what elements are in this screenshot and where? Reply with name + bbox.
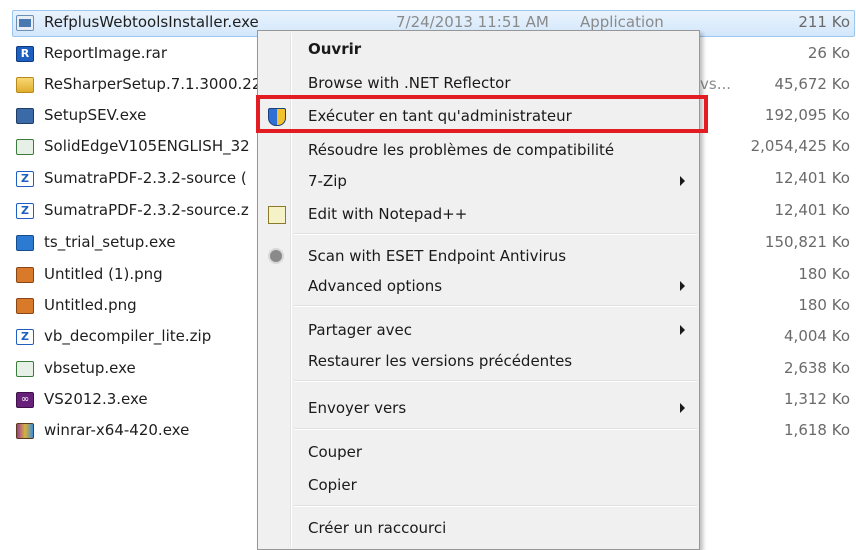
file-size: 45,672 Ko — [774, 75, 850, 93]
png-icon — [16, 298, 34, 314]
file-name: SumatraPDF-2.3.2-source ( — [44, 169, 247, 187]
exe-icon — [16, 15, 34, 31]
submenu-arrow-icon — [680, 325, 685, 335]
folder-icon — [16, 77, 34, 93]
setup-icon — [16, 361, 34, 377]
file-size: 180 Ko — [798, 265, 850, 283]
file-size: 1,312 Ko — [784, 390, 850, 408]
file-name: ReSharperSetup.7.1.3000.22 — [44, 75, 262, 93]
menu-item-label: Browse with .NET Reflector — [308, 74, 511, 92]
zip-icon: Z — [16, 171, 34, 187]
file-name: vbsetup.exe — [44, 359, 136, 377]
menu-item-cut[interactable]: Couper — [258, 438, 699, 466]
menu-separator — [294, 380, 697, 382]
menu-item-label: Edit with Notepad++ — [308, 205, 468, 223]
file-size: 12,401 Ko — [774, 201, 850, 219]
file-size: 192,095 Ko — [764, 106, 850, 124]
file-name: SumatraPDF-2.3.2-source.z — [44, 201, 249, 219]
menu-item-label: Partager avec — [308, 321, 413, 339]
menu-item-label: Copier — [308, 476, 357, 494]
menu-item-send-to[interactable]: Envoyer vers — [258, 394, 699, 422]
file-size: 180 Ko — [798, 296, 850, 314]
menu-item-7zip[interactable]: 7-Zip — [258, 167, 699, 195]
zip-icon: Z — [16, 203, 34, 219]
visual-studio-icon: ∞ — [16, 392, 34, 408]
file-size: 4,004 Ko — [784, 327, 850, 345]
file-type: Application — [580, 13, 664, 31]
file-name: SetupSEV.exe — [44, 106, 147, 124]
file-name: ts_trial_setup.exe — [44, 233, 176, 251]
menu-item-label: Couper — [308, 443, 363, 461]
file-size: 26 Ko — [807, 44, 850, 62]
menu-item-label: Envoyer vers — [308, 399, 407, 417]
submenu-arrow-icon — [680, 281, 685, 291]
menu-separator — [294, 233, 697, 235]
file-name: SolidEdgeV105ENGLISH_32 — [44, 137, 250, 155]
menu-separator — [294, 428, 697, 430]
sev-icon — [16, 108, 34, 124]
menu-item-label: Restaurer les versions précédentes — [308, 352, 573, 370]
notepad-icon — [268, 206, 286, 224]
ts-icon — [16, 235, 34, 251]
file-size: 150,821 Ko — [764, 233, 850, 251]
run-as-admin-highlight-box — [256, 95, 708, 133]
file-name: Untitled (1).png — [44, 265, 163, 283]
submenu-arrow-icon — [680, 176, 685, 186]
menu-item-label: Résoudre les problèmes de compatibilité — [308, 141, 615, 159]
menu-item-edit-notepadpp[interactable]: Edit with Notepad++ — [258, 200, 699, 228]
menu-item-advanced-options[interactable]: Advanced options — [258, 272, 699, 300]
file-date: 7/24/2013 11:51 AM — [396, 13, 549, 31]
file-name: winrar-x64-420.exe — [44, 421, 190, 439]
png-icon — [16, 267, 34, 283]
file-type-truncated: vs... — [700, 75, 731, 93]
menu-item-label: Ouvrir — [308, 40, 362, 58]
file-size: 2,638 Ko — [784, 359, 850, 377]
file-size: 2,054,425 Ko — [750, 137, 850, 155]
menu-item-create-shortcut[interactable]: Créer un raccourci — [258, 514, 699, 542]
rar-icon: R — [16, 46, 34, 62]
menu-separator — [294, 505, 697, 507]
file-size: 12,401 Ko — [774, 169, 850, 187]
file-name: ReportImage.rar — [44, 44, 167, 62]
menu-item-troubleshoot-compatibility[interactable]: Résoudre les problèmes de compatibilité — [258, 136, 699, 164]
menu-item-copy[interactable]: Copier — [258, 471, 699, 499]
setup-icon — [16, 139, 34, 155]
menu-item-browse-reflector[interactable]: Browse with .NET Reflector — [258, 69, 699, 97]
menu-item-label: 7-Zip — [308, 172, 347, 190]
menu-item-open[interactable]: Ouvrir — [258, 35, 699, 63]
file-name: VS2012.3.exe — [44, 390, 148, 408]
file-name: Untitled.png — [44, 296, 137, 314]
file-size: 1,618 Ko — [784, 421, 850, 439]
winrar-icon — [16, 423, 34, 439]
submenu-arrow-icon — [680, 403, 685, 413]
eset-icon — [268, 248, 284, 264]
menu-separator — [294, 305, 697, 307]
menu-item-share-with[interactable]: Partager avec — [258, 316, 699, 344]
file-size: 211 Ko — [798, 13, 850, 31]
menu-item-label: Advanced options — [308, 277, 443, 295]
file-name: vb_decompiler_lite.zip — [44, 327, 212, 345]
menu-item-label: Scan with ESET Endpoint Antivirus — [308, 247, 567, 265]
zip-icon: Z — [16, 329, 34, 345]
file-name: RefplusWebtoolsInstaller.exe — [44, 13, 259, 31]
menu-item-restore-previous-versions[interactable]: Restaurer les versions précédentes — [258, 347, 699, 375]
menu-item-label: Créer un raccourci — [308, 519, 447, 537]
menu-item-eset-scan[interactable]: Scan with ESET Endpoint Antivirus — [258, 242, 699, 270]
